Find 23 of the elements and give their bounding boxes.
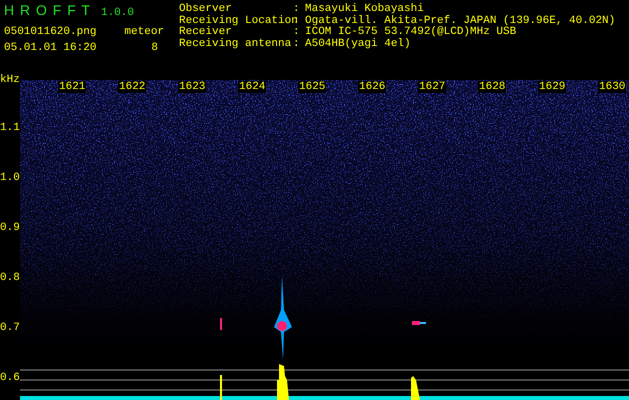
frequency-axis-label: 1.1: [0, 122, 18, 134]
separator: :: [293, 4, 301, 15]
field-value: Masayuki Kobayashi: [305, 4, 424, 15]
app-title: H R O F F T: [4, 2, 91, 18]
axis-unit: kHz: [0, 74, 20, 86]
separator: :: [293, 38, 301, 50]
separator: :: [293, 27, 301, 38]
frequency-axis-label: 0.7: [0, 322, 18, 334]
date-time: 05.01.01 16:20: [4, 42, 96, 54]
meteor-count: 8: [151, 42, 158, 54]
field-value: Ogata-vill. Akita-Pref. JAPAN (139.96E, 40.02N): [305, 16, 616, 26]
field-value: ICOM IC-575 53.7492(@LCD)MHz USB: [305, 27, 516, 38]
field-label: Receiver: [179, 27, 233, 38]
meteor-label: meteor: [124, 26, 164, 38]
field-value: A504HB(yagi 4el): [305, 38, 411, 50]
file-name: 0501011620.png: [4, 26, 96, 38]
field-label: Receiving antenna: [179, 38, 292, 50]
frequency-axis-label: 1.0: [0, 172, 18, 184]
frequency-axis-label: 0.8: [0, 272, 18, 284]
frequency-axis-label: 0.9: [0, 222, 18, 234]
version-number: 1.0.0: [100, 7, 134, 19]
field-label: Observer: [179, 4, 233, 15]
frequency-axis-label: 0.6: [0, 372, 18, 384]
